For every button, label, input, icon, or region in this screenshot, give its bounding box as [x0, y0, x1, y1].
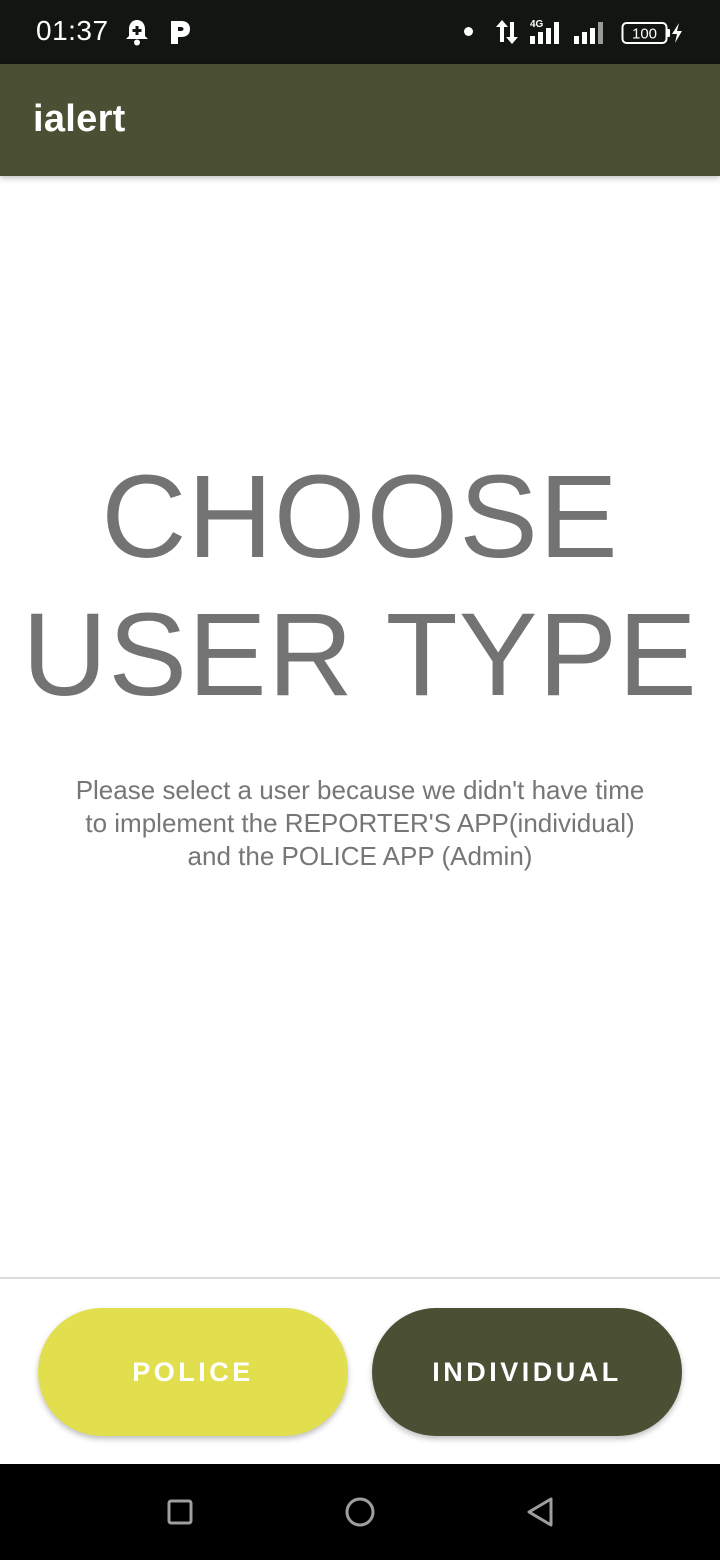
screen: 01:37 4G 100 ialert CHOOSE USER TYPE Ple…: [0, 0, 720, 1560]
recents-icon[interactable]: [166, 1488, 194, 1541]
home-icon[interactable]: [344, 1488, 376, 1541]
dot-icon: [464, 27, 473, 36]
status-time: 01:37: [36, 15, 109, 46]
headline-line-2: USER TYPE: [22, 589, 698, 721]
notification-bell-icon: [124, 18, 150, 51]
description-text: Please select a user because we didn't h…: [40, 774, 680, 873]
status-bar: 01:37 4G 100: [0, 0, 720, 64]
signal-icon: [572, 18, 610, 51]
divider: [0, 1277, 720, 1279]
svg-text:100: 100: [632, 26, 657, 43]
back-icon[interactable]: [524, 1488, 556, 1541]
app-title: ialert: [33, 98, 126, 140]
charging-icon: [670, 22, 684, 49]
data-arrows-icon: [494, 18, 520, 51]
signal-4g-icon: 4G: [528, 18, 566, 51]
description-line-3: and the POLICE APP (Admin): [187, 841, 533, 871]
police-button[interactable]: POLICE: [38, 1308, 348, 1436]
navigation-bar: [0, 1464, 720, 1560]
headline-line-1: CHOOSE: [101, 451, 619, 583]
individual-button[interactable]: INDIVIDUAL: [372, 1308, 682, 1436]
svg-text:4G: 4G: [530, 19, 544, 30]
description-line-1: Please select a user because we didn't h…: [75, 775, 645, 805]
page-title: CHOOSE USER TYPE: [0, 448, 720, 724]
parking-app-icon: [168, 18, 192, 51]
description-line-2: to implement the REPORTER'S APP(individu…: [85, 808, 635, 838]
battery-icon: 100: [621, 21, 671, 50]
